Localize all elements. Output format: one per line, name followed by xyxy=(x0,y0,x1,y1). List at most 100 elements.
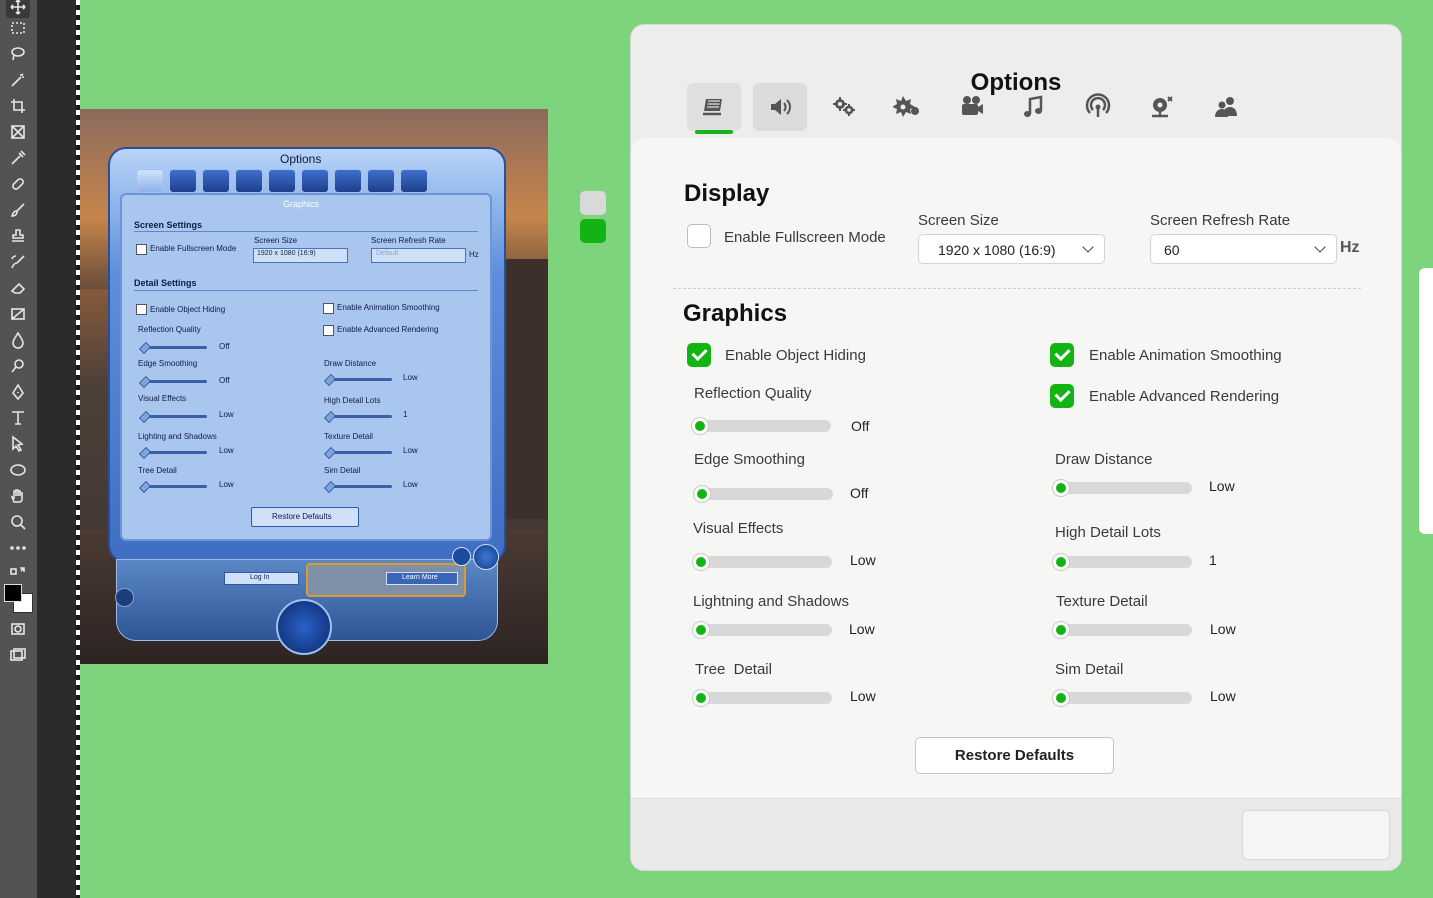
tab-video[interactable] xyxy=(945,83,999,131)
tab-graphics[interactable] xyxy=(687,83,741,134)
high-detail-lots-slider[interactable] xyxy=(1052,553,1192,571)
frame-tool-icon[interactable] xyxy=(6,121,30,143)
slider-thumb[interactable] xyxy=(692,621,710,639)
ellipse-tool-icon[interactable] xyxy=(6,459,30,481)
reflection-quality-slider[interactable] xyxy=(691,417,831,435)
fullscreen-checkbox[interactable] xyxy=(687,224,711,248)
visual-effects-slider[interactable] xyxy=(692,553,832,571)
tab-community[interactable] xyxy=(1199,83,1253,131)
object-hiding-label: Enable Object Hiding xyxy=(725,347,866,364)
advanced-rendering-checkbox[interactable] xyxy=(1050,384,1074,408)
sim-detail-slider[interactable] xyxy=(1052,689,1192,707)
game-slider xyxy=(328,485,392,488)
slider-thumb[interactable] xyxy=(1052,479,1070,497)
dodge-tool-icon[interactable] xyxy=(6,355,30,377)
tab-other-settings[interactable] xyxy=(881,83,935,131)
game-tab-graphics xyxy=(136,169,164,193)
object-hiding-checkbox[interactable] xyxy=(687,343,711,367)
slider-thumb[interactable] xyxy=(1052,553,1070,571)
texture-detail-slider[interactable] xyxy=(1052,621,1192,639)
stamp-tool-icon[interactable] xyxy=(6,225,30,247)
draw-distance-value: Low xyxy=(1209,478,1235,494)
display-heading: Display xyxy=(684,180,770,207)
slider-thumb[interactable] xyxy=(1052,689,1070,707)
game-tab-game xyxy=(202,169,230,193)
game-slider-value: Low xyxy=(403,446,418,455)
pen-tool-icon[interactable] xyxy=(6,381,30,403)
swatch-green[interactable] xyxy=(580,219,606,243)
hand-tool-icon[interactable] xyxy=(6,485,30,507)
tab-music[interactable] xyxy=(1007,83,1061,131)
healing-brush-tool-icon[interactable] xyxy=(6,173,30,195)
type-tool-icon[interactable] xyxy=(6,407,30,429)
brush-tool-icon[interactable] xyxy=(6,199,30,221)
game-slider-value: Off xyxy=(219,376,230,385)
game-animation-label: Enable Animation Smoothing xyxy=(337,303,440,312)
quick-mask-icon[interactable] xyxy=(6,618,30,640)
collapsed-panel-tab[interactable] xyxy=(1419,268,1433,534)
move-tool-icon[interactable] xyxy=(6,0,30,18)
tab-game-options[interactable] xyxy=(817,83,871,131)
marquee-tool-icon[interactable] xyxy=(6,17,30,39)
eraser-tool-icon[interactable] xyxy=(6,277,30,299)
active-tab-indicator xyxy=(695,130,733,134)
history-brush-tool-icon[interactable] xyxy=(6,251,30,273)
footer-action-box[interactable] xyxy=(1242,810,1390,860)
path-selection-tool-icon[interactable] xyxy=(6,433,30,455)
edge-smoothing-slider[interactable] xyxy=(693,485,833,503)
lightning-shadows-slider[interactable] xyxy=(692,621,832,639)
eyedropper-tool-icon[interactable] xyxy=(6,147,30,169)
refresh-rate-select[interactable]: 60 xyxy=(1150,234,1337,264)
tab-broadcast[interactable] xyxy=(1071,83,1125,131)
tab-audio[interactable] xyxy=(753,83,807,131)
crop-tool-icon[interactable] xyxy=(6,95,30,117)
divider xyxy=(134,290,478,291)
refresh-rate-value: 60 xyxy=(1164,242,1180,258)
edge-smoothing-label: Edge Smoothing xyxy=(694,451,805,468)
game-advanced-checkbox xyxy=(323,325,334,336)
restore-defaults-button[interactable]: Restore Defaults xyxy=(915,737,1114,774)
more-tools-icon[interactable] xyxy=(6,537,30,559)
game-slider xyxy=(328,451,392,454)
reference-screenshot: Options Graphics Screen Settings Enable … xyxy=(80,109,548,664)
game-slider-value: Low xyxy=(219,410,234,419)
slider-thumb[interactable] xyxy=(692,553,710,571)
animation-smoothing-checkbox[interactable] xyxy=(1050,343,1074,367)
game-slider xyxy=(328,415,392,418)
game-hz: Hz xyxy=(469,250,479,259)
swatch-gray[interactable] xyxy=(580,191,606,215)
sim-detail-value: Low xyxy=(1210,688,1236,704)
tree-detail-slider[interactable] xyxy=(692,689,832,707)
tab-camera-settings[interactable] xyxy=(1135,83,1189,131)
swap-colors-icon[interactable] xyxy=(6,562,30,584)
slider-thumb[interactable] xyxy=(692,689,710,707)
draw-distance-slider[interactable] xyxy=(1052,479,1192,497)
game-advanced-label: Enable Advanced Rendering xyxy=(337,325,439,334)
screen-size-select[interactable]: 1920 x 1080 (16:9) xyxy=(918,234,1105,264)
magic-wand-tool-icon[interactable] xyxy=(6,69,30,91)
hz-unit: Hz xyxy=(1340,239,1360,256)
game-slider xyxy=(143,451,207,454)
slider-thumb[interactable] xyxy=(1052,621,1070,639)
game-accept-orb xyxy=(276,599,332,655)
tree-detail-value: Low xyxy=(850,688,876,704)
slider-thumb[interactable] xyxy=(693,485,711,503)
game-tab-broadcast xyxy=(334,169,362,193)
game-section-title: Graphics xyxy=(283,199,320,209)
high-detail-lots-value: 1 xyxy=(1209,552,1217,568)
gradient-tool-icon[interactable] xyxy=(6,303,30,325)
other-settings-icon xyxy=(893,96,919,117)
blur-tool-icon[interactable] xyxy=(6,329,30,351)
zoom-tool-icon[interactable] xyxy=(6,511,30,533)
foreground-color-swatch[interactable] xyxy=(4,584,22,602)
screen-mode-icon[interactable] xyxy=(6,644,30,666)
texture-detail-value: Low xyxy=(1210,621,1236,637)
game-options-icon xyxy=(833,97,855,116)
game-slider xyxy=(143,380,207,383)
lasso-tool-icon[interactable] xyxy=(6,43,30,65)
game-slider-label: Visual Effects xyxy=(138,394,187,403)
options-content: Display Enable Fullscreen Mode Screen Si… xyxy=(631,138,1401,798)
advanced-rendering-label: Enable Advanced Rendering xyxy=(1089,388,1280,405)
slider-thumb[interactable] xyxy=(691,417,709,435)
video-camera-icon xyxy=(962,96,983,115)
